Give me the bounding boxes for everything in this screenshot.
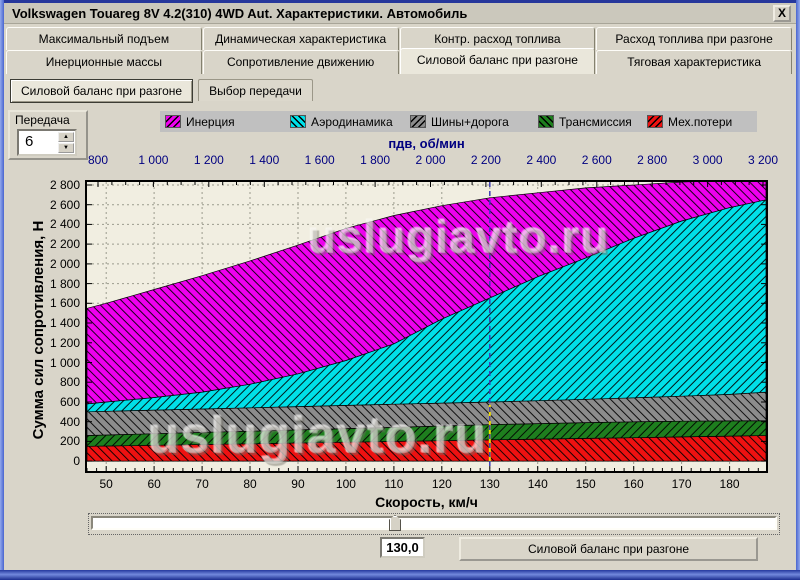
y-tick-label: 1 200 bbox=[24, 336, 80, 350]
x-tick-label: 100 bbox=[329, 477, 363, 491]
y-tick-label: 1 000 bbox=[24, 356, 80, 370]
x-tick-label: 170 bbox=[665, 477, 699, 491]
app-window: Volkswagen Touareg 8V 4.2(310) 4WD Aut. … bbox=[0, 0, 800, 580]
subtab-выбор-передачи[interactable]: Выбор передачи bbox=[198, 79, 313, 101]
rpm-tick-label: 1 400 bbox=[239, 153, 289, 167]
window-title: Volkswagen Touareg 8V 4.2(310) 4WD Aut. … bbox=[12, 3, 467, 24]
rpm-axis-title: пдв, об/мин bbox=[85, 136, 768, 151]
spin-up-button[interactable]: ▲ bbox=[58, 132, 74, 142]
speed-trackbar[interactable] bbox=[88, 513, 780, 535]
rpm-tick-label: 3 200 bbox=[738, 153, 788, 167]
x-tick-label: 80 bbox=[233, 477, 267, 491]
legend-item: Шины+дорога bbox=[410, 111, 509, 132]
speed-value-field[interactable]: 130,0 bbox=[380, 537, 425, 558]
x-axis-title: Скорость, км/ч bbox=[85, 494, 768, 510]
y-tick-label: 2 800 bbox=[24, 178, 80, 192]
y-tick-label: 200 bbox=[24, 434, 80, 448]
tab-максимальный-подъем[interactable]: Максимальный подъем bbox=[6, 27, 202, 50]
tab-row-1: Максимальный подъемДинамическая характер… bbox=[6, 27, 793, 50]
trackbar-track[interactable] bbox=[91, 516, 777, 530]
chart-legend: Инерция Аэродинамика Шины+дорога Трансмисси… bbox=[160, 111, 757, 132]
rpm-tick-label: 1 000 bbox=[128, 153, 178, 167]
chart-plot-area bbox=[85, 180, 768, 473]
trackbar-thumb[interactable] bbox=[389, 515, 401, 531]
legend-item: Инерция bbox=[165, 111, 235, 132]
close-button[interactable]: X bbox=[773, 5, 791, 22]
rpm-tick-label: 2 000 bbox=[406, 153, 456, 167]
y-tick-label: 600 bbox=[24, 395, 80, 409]
window-border-bottom bbox=[0, 570, 800, 580]
x-tick-label: 70 bbox=[185, 477, 219, 491]
legend-label: Мех.потери bbox=[668, 115, 732, 129]
y-tick-label: 1 600 bbox=[24, 296, 80, 310]
x-tick-label: 180 bbox=[713, 477, 747, 491]
x-tick-label: 60 bbox=[137, 477, 171, 491]
tab-силовой-баланс-при-разгоне[interactable]: Силовой баланс при разгоне bbox=[400, 48, 596, 74]
rpm-tick-label: 2 600 bbox=[572, 153, 622, 167]
legend-swatch-icon bbox=[290, 115, 306, 128]
tab-row-2: Инерционные массыСопротивление движениюС… bbox=[6, 50, 793, 74]
title-bar: Volkswagen Touareg 8V 4.2(310) 4WD Aut. … bbox=[4, 3, 796, 24]
x-tick-label: 150 bbox=[569, 477, 603, 491]
tab-контр-расход-топлива[interactable]: Контр. расход топлива bbox=[400, 27, 596, 50]
chart-canvas bbox=[87, 182, 766, 471]
gear-value-input[interactable]: 6 bbox=[25, 133, 33, 150]
sub-tab-row: Силовой баланс при разгонеВыбор передачи bbox=[10, 79, 313, 103]
x-tick-label: 160 bbox=[617, 477, 651, 491]
tab-сопротивление-движению[interactable]: Сопротивление движению bbox=[203, 50, 399, 74]
x-tick-label: 50 bbox=[89, 477, 123, 491]
legend-label: Аэродинамика bbox=[311, 115, 393, 129]
legend-label: Трансмиссия bbox=[559, 115, 632, 129]
gear-spinner: ▲ ▼ bbox=[58, 132, 74, 153]
gear-spin-edit[interactable]: 6 ▲ ▼ bbox=[17, 129, 77, 156]
rpm-tick-label: 1 800 bbox=[350, 153, 400, 167]
rpm-tick-label: 2 200 bbox=[461, 153, 511, 167]
window-border-right bbox=[796, 0, 800, 580]
x-tick-label: 140 bbox=[521, 477, 555, 491]
y-tick-label: 1 800 bbox=[24, 277, 80, 291]
y-tick-label: 2 400 bbox=[24, 217, 80, 231]
y-tick-label: 2 000 bbox=[24, 257, 80, 271]
legend-swatch-icon bbox=[538, 115, 554, 128]
x-tick-label: 110 bbox=[377, 477, 411, 491]
y-tick-label: 2 200 bbox=[24, 237, 80, 251]
power-balance-button[interactable]: Силовой баланс при разгоне bbox=[459, 537, 758, 561]
x-tick-label: 120 bbox=[425, 477, 459, 491]
legend-swatch-icon bbox=[165, 115, 181, 128]
y-tick-label: 400 bbox=[24, 415, 80, 429]
y-tick-label: 800 bbox=[24, 375, 80, 389]
legend-label: Инерция bbox=[186, 115, 235, 129]
spin-down-button[interactable]: ▼ bbox=[58, 143, 74, 153]
tab-расход-топлива-при-разгоне[interactable]: Расход топлива при разгоне bbox=[596, 27, 792, 50]
y-tick-label: 2 600 bbox=[24, 198, 80, 212]
subtab-силовой-баланс-при-разгоне[interactable]: Силовой баланс при разгоне bbox=[10, 79, 193, 103]
rpm-tick-label: 1 600 bbox=[295, 153, 345, 167]
legend-swatch-icon bbox=[410, 115, 426, 128]
rpm-tick-label: 2 800 bbox=[627, 153, 677, 167]
rpm-tick-label: 800 bbox=[73, 153, 123, 167]
y-tick-label: 1 400 bbox=[24, 316, 80, 330]
rpm-tick-label: 2 400 bbox=[516, 153, 566, 167]
legend-item: Аэродинамика bbox=[290, 111, 393, 132]
legend-swatch-icon bbox=[647, 115, 663, 128]
tab-тяговая-характеристика[interactable]: Тяговая характеристика bbox=[596, 50, 792, 74]
legend-item: Трансмиссия bbox=[538, 111, 632, 132]
gear-label: Передача bbox=[15, 113, 70, 127]
x-tick-label: 130 bbox=[473, 477, 507, 491]
legend-item: Мех.потери bbox=[647, 111, 732, 132]
rpm-tick-label: 1 200 bbox=[184, 153, 234, 167]
x-tick-label: 90 bbox=[281, 477, 315, 491]
y-tick-label: 0 bbox=[24, 454, 80, 468]
legend-label: Шины+дорога bbox=[431, 115, 509, 129]
window-border-left bbox=[0, 0, 4, 580]
tab-динамическая-характеристика[interactable]: Динамическая характеристика bbox=[203, 27, 399, 50]
tab-инерционные-массы[interactable]: Инерционные массы bbox=[6, 50, 202, 74]
rpm-tick-label: 3 000 bbox=[683, 153, 733, 167]
